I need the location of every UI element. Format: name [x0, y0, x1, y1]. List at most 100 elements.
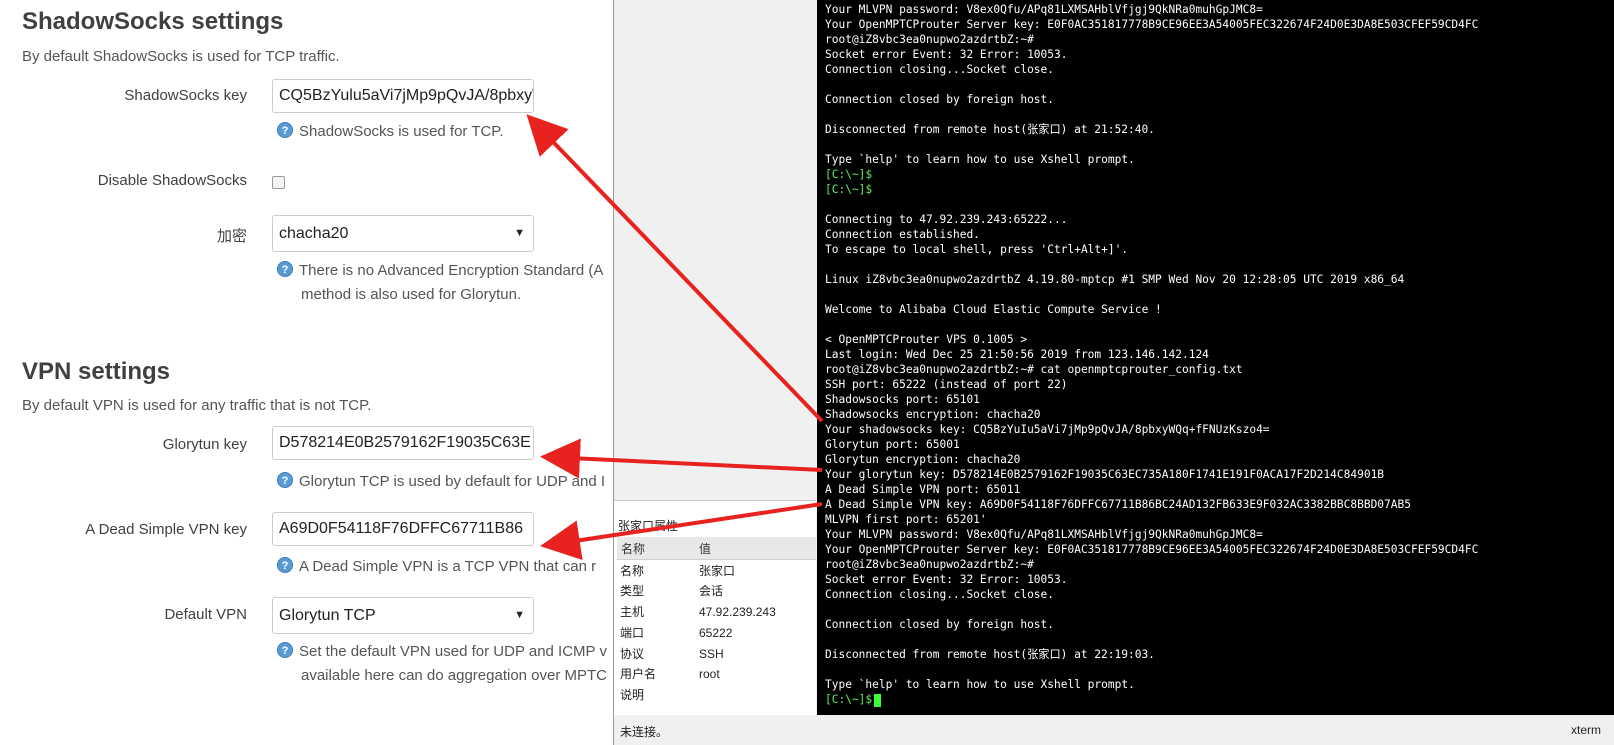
- shadowsocks-key-help-text: ShadowSocks is used for TCP.: [299, 123, 504, 140]
- disable-shadowsocks-checkbox[interactable]: [272, 176, 285, 189]
- terminal-line: [C:\~]$: [825, 168, 873, 181]
- encryption-select-value: chacha20: [279, 225, 349, 242]
- help-icon: ?: [277, 642, 293, 659]
- glorytun-key-help-text: Glorytun TCP is used by default for UDP …: [299, 473, 605, 490]
- property-row[interactable]: 主机 47.92.239.243: [620, 602, 820, 622]
- property-key: 主机: [620, 605, 645, 619]
- property-key: 用户名: [620, 667, 657, 681]
- help-icon: ?: [277, 472, 293, 489]
- terminal-line: Connection closed by foreign host.: [825, 618, 1055, 631]
- chevron-down-icon: ▼: [514, 609, 525, 621]
- terminal-output[interactable]: Your MLVPN password: V8ex0Qfu/APq81LXMSA…: [817, 0, 1614, 715]
- default-vpn-label: Default VPN: [164, 606, 247, 623]
- column-value-header[interactable]: 值: [699, 540, 711, 557]
- terminal-line: To escape to local shell, press 'Ctrl+Al…: [825, 243, 1129, 256]
- encryption-label: 加密: [216, 228, 247, 245]
- property-row[interactable]: 说明: [620, 685, 820, 705]
- default-vpn-help-line2: available here can do aggregation over M…: [301, 667, 608, 684]
- terminal-cursor: [874, 693, 882, 707]
- terminal-line: Disconnected from remote host(张家口) at 21…: [825, 123, 1155, 136]
- terminal-line: Glorytun port: 65001: [825, 438, 960, 451]
- terminal-line: Shadowsocks encryption: chacha20: [825, 408, 1041, 421]
- property-key: 说明: [620, 688, 645, 702]
- terminal-line: Disconnected from remote host(张家口) at 22…: [825, 648, 1155, 661]
- property-value: 65222: [699, 626, 733, 640]
- terminal-line: Glorytun encryption: chacha20: [825, 453, 1021, 466]
- column-name-header[interactable]: 名称: [621, 540, 645, 557]
- terminal-line: [C:\~]$: [825, 692, 882, 707]
- terminal-line: Connection established.: [825, 228, 980, 241]
- encryption-help-line2: method is also used for Glorytun.: [301, 286, 522, 303]
- shadowsocks-key-label: ShadowSocks key: [124, 87, 247, 104]
- terminal-line: Socket error Event: 32 Error: 10053.: [825, 573, 1068, 586]
- terminal-line: Your MLVPN password: V8ex0Qfu/APq81LXMSA…: [825, 3, 1263, 16]
- terminal-line: < OpenMPTCProuter VPS 0.1005 >: [825, 333, 1028, 346]
- session-properties-header: 名称 值: [617, 537, 816, 560]
- encryption-help-line1: There is no Advanced Encryption Standard…: [299, 262, 604, 279]
- terminal-line: Connection closing...Socket close.: [825, 63, 1055, 76]
- property-key: 端口: [620, 626, 645, 640]
- status-bar: 未连接。 xterm: [614, 715, 1614, 745]
- property-value: 会话: [699, 584, 724, 598]
- property-row[interactable]: 类型 会话: [620, 581, 820, 601]
- chevron-down-icon: ▼: [514, 227, 525, 239]
- terminal-line: Connection closing...Socket close.: [825, 588, 1055, 601]
- vpn-description: By default VPN is used for any traffic t…: [22, 397, 372, 414]
- glorytun-key-input[interactable]: D578214E0B2579162F19035C63E: [272, 426, 534, 460]
- terminal-line: Your OpenMPTCProuter Server key: E0F0AC3…: [825, 543, 1479, 556]
- glorytun-key-help: ? Glorytun TCP is used by default for UDP…: [277, 470, 605, 494]
- terminal-line: MLVPN first port: 65201': [825, 513, 987, 526]
- help-icon: ?: [277, 122, 293, 139]
- default-vpn-help: ? Set the default VPN used for UDP and IC…: [277, 640, 607, 688]
- terminal-line: Your MLVPN password: V8ex0Qfu/APq81LXMSA…: [825, 528, 1263, 541]
- terminal-line: Type `help' to learn how to use Xshell p…: [825, 678, 1135, 691]
- terminal-line: A Dead Simple VPN key: A69D0F54118F76DFF…: [825, 498, 1411, 511]
- property-value: 张家口: [699, 564, 736, 578]
- glorytun-key-label: Glorytun key: [162, 436, 247, 453]
- terminal-type: xterm: [1571, 723, 1601, 737]
- terminal-line: root@iZ8vbc3ea0nupwo2azdrtbZ:~# cat open…: [825, 363, 1243, 376]
- property-value: root: [699, 667, 720, 681]
- terminal-line: Connection closed by foreign host.: [825, 93, 1055, 106]
- default-vpn-select-value: Glorytun TCP: [279, 607, 376, 624]
- terminal-line: SSH port: 65222 (instead of port 22): [825, 378, 1068, 391]
- property-value: SSH: [699, 647, 724, 661]
- terminal-line: Your OpenMPTCProuter Server key: E0F0AC3…: [825, 18, 1479, 31]
- connection-status: 未连接。: [620, 725, 669, 739]
- terminal-line: [C:\~]$: [825, 183, 873, 196]
- default-vpn-select[interactable]: Glorytun TCP ▼: [272, 597, 534, 634]
- dsvpn-key-help-text: A Dead Simple VPN is a TCP VPN that can …: [299, 558, 597, 575]
- terminal-line: Linux iZ8vbc3ea0nupwo2azdrtbZ 4.19.80-mp…: [825, 273, 1405, 286]
- session-properties-panel: 张家口属性 名称 值 名称 张家口 类型 会话 主机 47.92.239.243 端口…: [614, 500, 816, 716]
- property-value: 47.92.239.243: [699, 605, 776, 619]
- help-icon: ?: [277, 557, 293, 574]
- terminal-line: Type `help' to learn how to use Xshell p…: [825, 153, 1135, 166]
- terminal-line: Welcome to Alibaba Cloud Elastic Compute…: [825, 303, 1162, 316]
- terminal-line: Socket error Event: 32 Error: 10053.: [825, 48, 1068, 61]
- property-row[interactable]: 名称 张家口: [620, 561, 820, 581]
- property-row[interactable]: 用户名 root: [620, 664, 820, 684]
- property-key: 名称: [620, 564, 645, 578]
- encryption-select[interactable]: chacha20 ▼: [272, 215, 534, 252]
- shadowsocks-section-title: ShadowSocks settings: [22, 8, 284, 35]
- terminal-line: Shadowsocks port: 65101: [825, 393, 980, 406]
- shadowsocks-key-input[interactable]: CQ5BzYulu5aVi7jMp9pQvJA/8pbxyW: [272, 79, 534, 113]
- terminal-line: Connecting to 47.92.239.243:65222...: [825, 213, 1068, 226]
- dsvpn-key-help: ? A Dead Simple VPN is a TCP VPN that can…: [277, 555, 596, 579]
- property-row[interactable]: 协议 SSH: [620, 644, 820, 664]
- help-icon: ?: [277, 261, 293, 278]
- property-row[interactable]: 端口 65222: [620, 623, 820, 643]
- shadowsocks-key-help: ? ShadowSocks is used for TCP.: [277, 120, 504, 144]
- terminal-line: root@iZ8vbc3ea0nupwo2azdrtbZ:~#: [825, 33, 1034, 46]
- vpn-section-title: VPN settings: [22, 358, 171, 385]
- terminal-line: root@iZ8vbc3ea0nupwo2azdrtbZ:~#: [825, 558, 1034, 571]
- dsvpn-key-label: A Dead Simple VPN key: [85, 521, 247, 538]
- encryption-help: ? There is no Advanced Encryption Standar…: [277, 259, 603, 307]
- terminal-line: Your glorytun key: D578214E0B2579162F190…: [825, 468, 1385, 481]
- dsvpn-key-input[interactable]: A69D0F54118F76DFFC67711B86: [272, 512, 534, 546]
- terminal-line: Last login: Wed Dec 25 21:50:56 2019 fro…: [825, 348, 1209, 361]
- property-key: 协议: [620, 647, 645, 661]
- default-vpn-help-line1: Set the default VPN used for UDP and ICM…: [299, 643, 607, 660]
- xshell-window: 张家口属性 名称 值 名称 张家口 类型 会话 主机 47.92.239.243 端口…: [613, 0, 1614, 745]
- session-properties-title: 张家口属性: [618, 519, 679, 533]
